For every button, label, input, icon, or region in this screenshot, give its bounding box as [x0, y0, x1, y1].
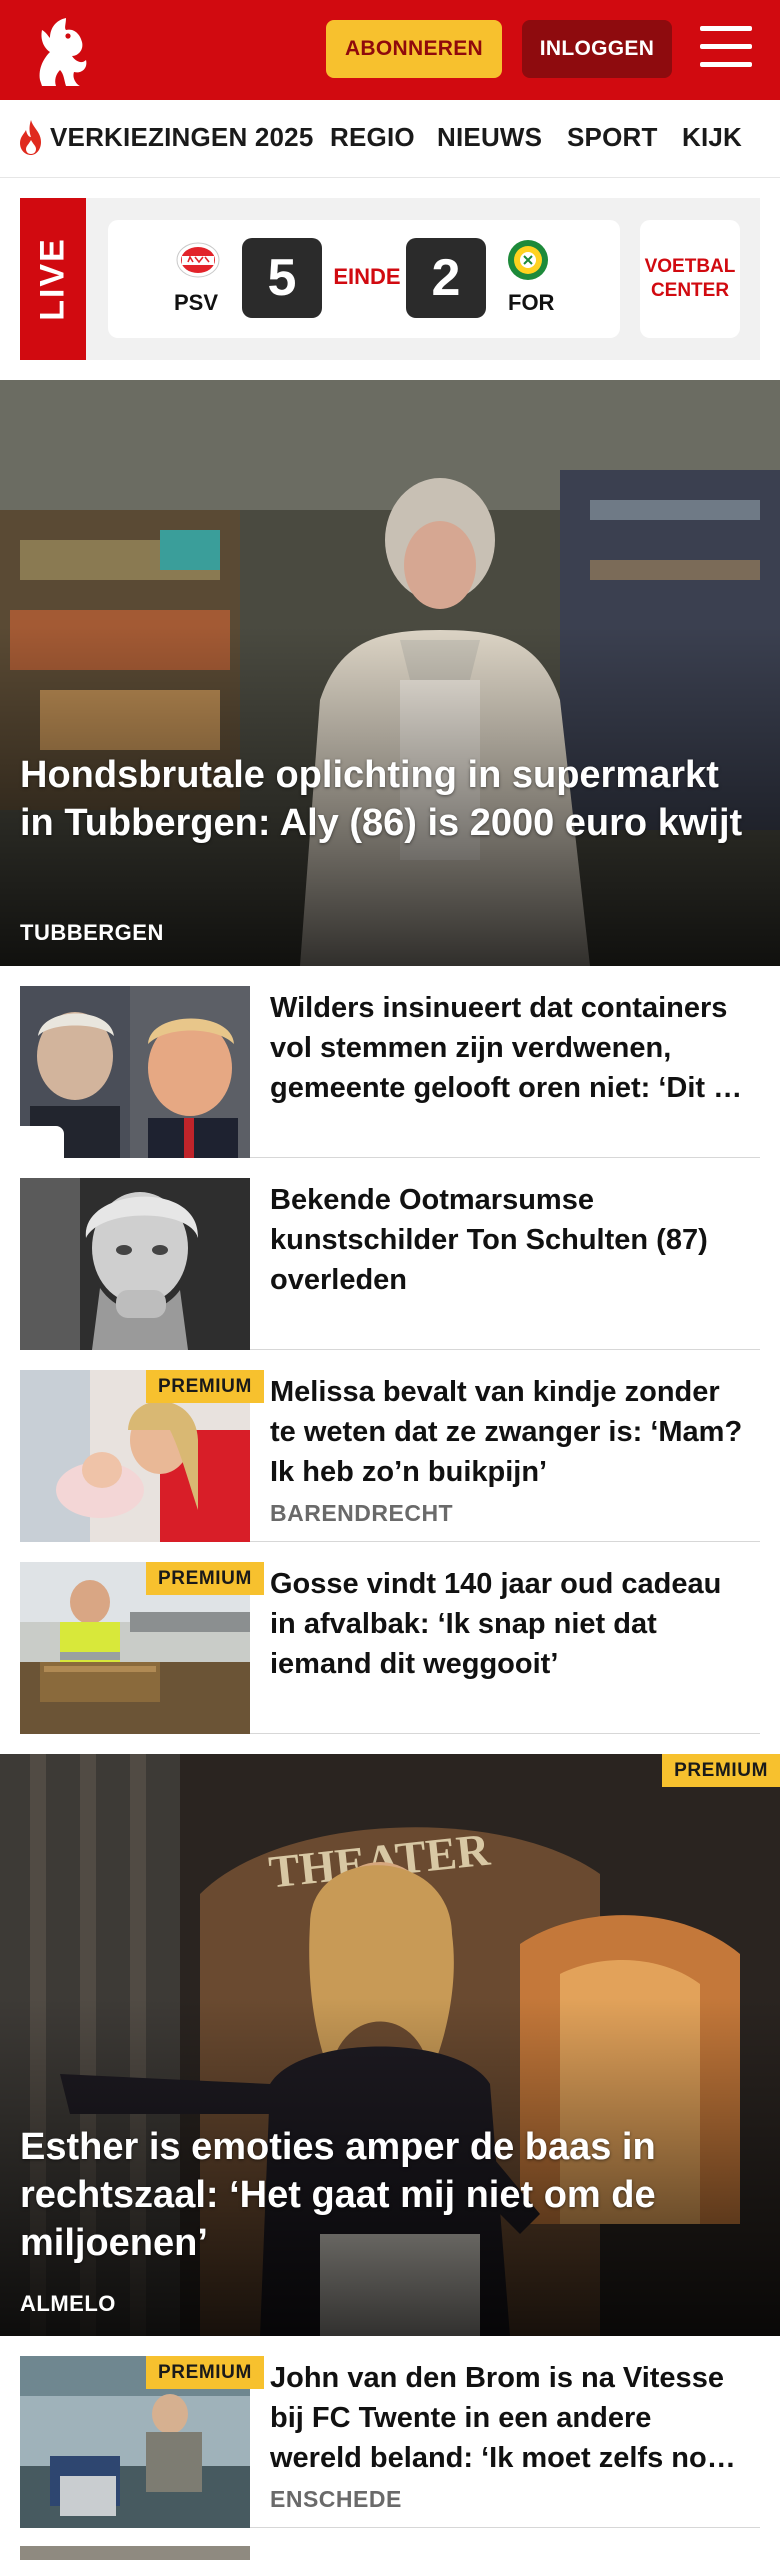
top-header: ABONNEREN INLOGGEN [0, 0, 780, 100]
list-item[interactable]: Wilders insinueert dat containers vol st… [20, 966, 760, 1158]
live-score-panel: LIVE PSV 5 EINDE 2 FOR VOETBAL CENTER [20, 198, 760, 360]
article-thumbnail [20, 986, 250, 1158]
tubantia-horse-logo-icon[interactable] [20, 10, 104, 90]
nav-item-regio[interactable]: REGIO [330, 122, 415, 153]
away-team-name: FOR [508, 290, 555, 315]
hero-headline[interactable]: Esther is emoties amper de baas in recht… [20, 2124, 760, 2268]
subscribe-button[interactable]: ABONNEREN [326, 20, 502, 78]
comments-badge[interactable] [20, 1126, 64, 1158]
nav-item-sport[interactable]: SPORT [567, 122, 658, 153]
hero-headline[interactable]: Hondsbrutale oplichting in supermarkt in… [20, 752, 760, 848]
hero-location: TUBBERGEN [20, 920, 164, 945]
comment-icon [20, 1126, 250, 1158]
premium-badge: PREMIUM [146, 2356, 264, 2389]
list-item[interactable]: PREMIUM Gosse vindt 140 jaar oud cadeau … [20, 1542, 760, 1734]
nav-item-verkiezingen[interactable]: VERKIEZINGEN 2025 [50, 122, 314, 153]
nav-item-nieuws[interactable]: NIEUWS [437, 122, 542, 153]
fortuna-crest-icon [508, 240, 548, 280]
match-card[interactable]: PSV 5 EINDE 2 FOR [108, 220, 620, 338]
away-score: 2 [406, 238, 486, 318]
article-location: ENSCHEDE [270, 2486, 402, 2512]
hero-location: ALMELO [20, 2291, 116, 2316]
list-item[interactable]: PREMIUM Melissa bevalt van kindje zonder… [20, 1350, 760, 1542]
login-button[interactable]: INLOGGEN [522, 20, 672, 78]
premium-badge: PREMIUM [146, 1562, 264, 1595]
section-nav: VERKIEZINGEN 2025 REGIO NIEUWS SPORT KIJ… [0, 100, 780, 178]
hero-article[interactable]: Hondsbrutale oplichting in supermarkt in… [0, 380, 780, 966]
next-article-peek [20, 2546, 250, 2560]
article-headline[interactable]: Bekende Ootmarsumse kunstschilder Ton Sc… [270, 1180, 750, 1300]
psv-crest-icon [176, 242, 220, 278]
article-headline[interactable]: John van den Brom is na Vitesse bij FC T… [270, 2358, 750, 2478]
nav-item-kijk[interactable]: KIJK [682, 122, 742, 153]
home-team-name: PSV [174, 290, 219, 315]
voetbal-center-button[interactable]: VOETBAL CENTER [640, 220, 740, 338]
article-headline[interactable]: Wilders insinueert dat containers vol st… [270, 988, 750, 1108]
live-tag: LIVE [20, 198, 86, 360]
list-item[interactable]: Bekende Ootmarsumse kunstschilder Ton Sc… [20, 1158, 760, 1350]
list-item[interactable]: PREMIUM John van den Brom is na Vitesse … [20, 2336, 760, 2528]
home-score: 5 [242, 238, 322, 318]
live-label: LIVE [33, 237, 72, 321]
premium-badge: PREMIUM [146, 1370, 264, 1403]
article-headline[interactable]: Gosse vindt 140 jaar oud cadeau in afval… [270, 1564, 750, 1684]
article-headline[interactable]: Melissa bevalt van kindje zonder te wete… [270, 1372, 750, 1492]
premium-badge: PREMIUM [662, 1754, 780, 1787]
match-status: EINDE [333, 264, 401, 289]
hamburger-menu-icon[interactable] [700, 24, 752, 70]
flame-icon [20, 120, 41, 155]
article-thumbnail [20, 1178, 250, 1350]
hero-article-2[interactable]: THEATER PREMIUM Esther is emoties amper … [0, 1754, 780, 2336]
article-location: BARENDRECHT [270, 1500, 454, 1526]
